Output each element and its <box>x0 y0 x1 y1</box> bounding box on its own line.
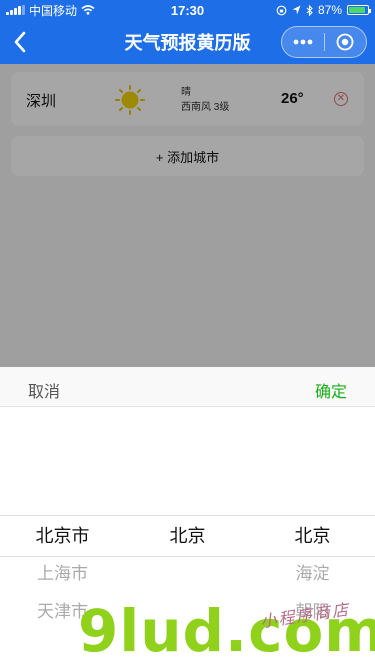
picker-option[interactable]: 天津市 <box>0 593 125 631</box>
main-content: 深圳 晴 西南风 3级 26° ✕ + 添加城市 <box>0 64 375 367</box>
picker-option[interactable]: 上海市 <box>0 555 125 593</box>
picker-column-province[interactable]: 北京市 上海市 天津市 <box>0 517 125 631</box>
capsule-menu <box>281 26 367 58</box>
nav-bar: 天气预报黄历版 <box>0 20 375 64</box>
signal-icon <box>6 5 25 15</box>
region-picker: 取消 确定 北京市 上海市 天津市 北京 北京 海淀 朝阳 <box>0 367 375 667</box>
picker-option[interactable]: 朝阳 <box>250 593 375 631</box>
status-time: 17:30 <box>170 2 205 18</box>
back-button[interactable] <box>2 20 38 64</box>
battery-level <box>349 7 365 13</box>
picker-option[interactable]: 北京 <box>125 517 250 555</box>
bluetooth-icon <box>306 4 313 16</box>
status-bar: 中国移动 17:30 87% <box>0 0 375 20</box>
cancel-button[interactable]: 取消 <box>28 378 60 402</box>
wifi-icon <box>81 5 95 15</box>
picker-body: 北京市 上海市 天津市 北京 北京 海淀 朝阳 <box>0 407 375 667</box>
picker-option[interactable]: 海淀 <box>250 555 375 593</box>
close-miniprogram-button[interactable] <box>325 27 367 57</box>
carrier-label: 中国移动 <box>29 3 78 18</box>
status-left: 中国移动 <box>6 2 136 19</box>
target-circle-icon <box>336 33 354 51</box>
chevron-left-icon <box>14 31 26 53</box>
picker-header: 取消 确定 <box>0 367 375 407</box>
picker-option[interactable]: 北京市 <box>0 517 125 555</box>
battery-percent: 87% <box>317 3 342 17</box>
modal-mask[interactable] <box>0 64 375 367</box>
battery-icon <box>347 5 371 15</box>
orientation-lock-icon <box>276 5 287 15</box>
status-right: 87% <box>239 3 371 17</box>
picker-option[interactable]: 北京 <box>250 517 375 555</box>
more-dots-icon <box>293 39 313 45</box>
picker-column-city[interactable]: 北京 <box>125 517 250 555</box>
more-button[interactable] <box>282 27 324 57</box>
picker-column-district[interactable]: 北京 海淀 朝阳 <box>250 517 375 631</box>
location-icon <box>292 5 301 15</box>
confirm-button[interactable]: 确定 <box>315 378 347 402</box>
